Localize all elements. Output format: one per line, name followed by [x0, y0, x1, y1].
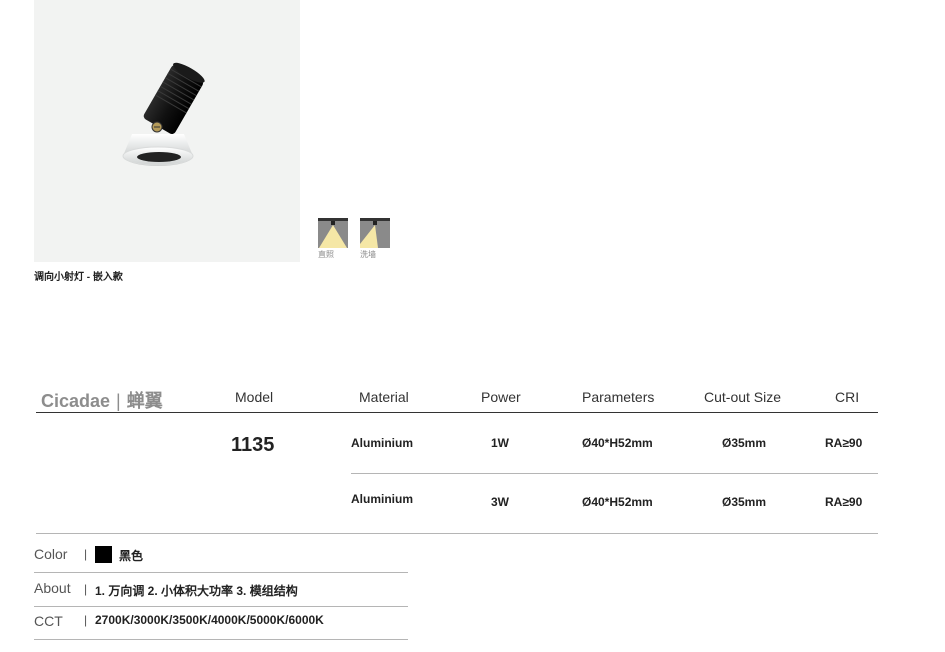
- beam-option-wall-wash: 洗墙: [360, 218, 392, 260]
- header-parameters: Parameters: [582, 389, 655, 405]
- brand-title: Cicadae | 蝉翼: [41, 387, 163, 413]
- cct-value: 2700K/3000K/3500K/4000K/5000K/6000K: [95, 613, 324, 627]
- spotlight-image: [122, 62, 205, 166]
- table-row-divider: [351, 473, 878, 474]
- brand-separator: |: [116, 391, 121, 411]
- beam-label-direct: 直照: [318, 250, 334, 259]
- color-label: Color: [34, 546, 68, 562]
- beam-option-direct: 直照: [318, 218, 350, 260]
- beam-label-wall-wash: 洗墙: [360, 250, 376, 259]
- row2-material: Aluminium: [351, 492, 413, 506]
- table-header-rule: [36, 412, 878, 413]
- product-photo: [34, 0, 300, 262]
- brand-name-en: Cicadae: [41, 391, 111, 411]
- product-caption: 调向小射灯 - 嵌入款: [34, 272, 123, 283]
- brand-name-cn: 蝉翼: [126, 391, 163, 411]
- color-value: 黑色: [119, 549, 144, 563]
- row1-material: Aluminium: [351, 436, 413, 450]
- row1-parameters: Ø40*H52mm: [582, 436, 653, 450]
- row2-power: 3W: [491, 495, 509, 509]
- cct-separator: |: [84, 613, 88, 627]
- row2-cri: RA≥90: [825, 495, 863, 509]
- row2-parameters: Ø40*H52mm: [582, 495, 653, 509]
- about-value: 1. 万向调 2. 小体积大功率 3. 模组结构: [95, 584, 298, 598]
- row1-power: 1W: [491, 436, 509, 450]
- row2-cut-out-size: Ø35mm: [722, 495, 767, 509]
- row1-cut-out-size: Ø35mm: [722, 436, 767, 450]
- row1-cri: RA≥90: [825, 436, 863, 450]
- header-cri: CRI: [835, 389, 860, 405]
- header-material: Material: [359, 389, 409, 405]
- header-model: Model: [235, 389, 274, 405]
- model-number: 1135: [231, 434, 275, 456]
- cct-label: CCT: [34, 613, 63, 629]
- about-divider: [34, 606, 408, 607]
- cct-divider: [34, 639, 408, 640]
- color-separator: |: [84, 547, 88, 561]
- direct-beam-icon: [318, 218, 348, 248]
- wall-wash-icon: [360, 218, 390, 248]
- color-swatch: [95, 546, 112, 563]
- table-bottom-rule: [36, 533, 878, 534]
- header-power: Power: [481, 389, 521, 405]
- color-divider: [34, 572, 408, 573]
- header-cut-out-size: Cut-out Size: [704, 389, 782, 405]
- about-separator: |: [84, 582, 88, 596]
- about-label: About: [34, 580, 71, 596]
